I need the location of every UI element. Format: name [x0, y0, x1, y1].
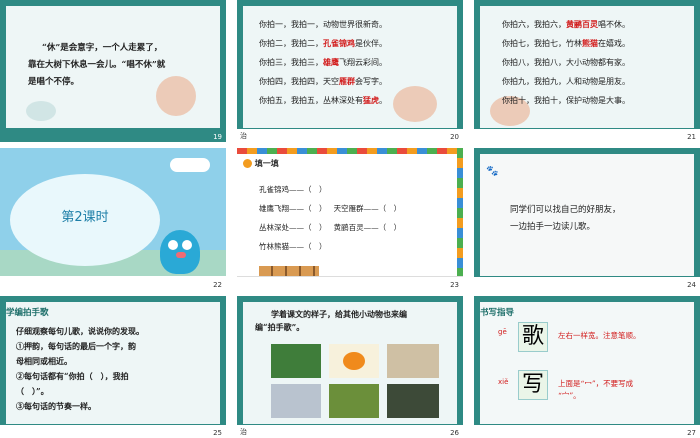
text-line: （ ）”。: [16, 386, 49, 396]
flower-icon: [243, 159, 252, 168]
rhyme-line-2: 你拍二，我拍二，孔雀锦鸡是伙伴。: [259, 38, 387, 48]
slide-21[interactable]: 你拍六，我拍六，黄鹂百灵唱不休。 你拍七，我拍七，竹林熊猫在嬉戏。 你拍八，我拍…: [474, 0, 700, 142]
slide-number: 20: [450, 133, 459, 141]
blank-row-1: 孔雀锦鸡——（ ）: [259, 185, 327, 194]
fill-blank-heading: 填一填: [243, 158, 279, 169]
blank-row-2: 雄鹰飞翔——（ ） 天空雁群——（ ）: [259, 204, 402, 213]
photo-turtle: [387, 384, 439, 418]
note-xie-line2: “宀”。: [558, 391, 581, 400]
slide-21-content: 你拍六，我拍六，黄鹂百灵唱不休。 你拍七，我拍七，竹林熊猫在嬉戏。 你拍八，我拍…: [480, 6, 694, 128]
rhyme-line-3: 你拍三，我拍三，雄鹰飞翔云彩间。: [259, 57, 387, 67]
section-heading: 书写指导: [480, 308, 515, 318]
text-line: “休”是会意字，一个人走累了，: [42, 43, 163, 53]
text-line: 一边拍手一边读儿歌。: [510, 222, 596, 232]
decor-blob: [393, 86, 437, 122]
flag-border-top: [237, 148, 463, 154]
text-line: ②每句话都有“你拍（ ），我拍: [16, 371, 129, 381]
char-xie: 写: [518, 370, 548, 400]
cloud: [170, 158, 210, 172]
text-line: ①押韵，每句话的最后一个字，韵: [16, 341, 136, 351]
slide-26[interactable]: 学着课文的样子，给其他小动物也来编 编“拍手歌”。 治 26: [237, 296, 463, 438]
note-ge: 左右一样宽。注意笔顺。: [558, 331, 641, 340]
slide-number: 22: [213, 281, 222, 289]
slide-19-content: “休”是会意字，一个人走累了， 靠在大树下休息一会儿。“唱不休”就 是唱个不停。: [6, 6, 220, 128]
rhyme-line-7: 你拍七，我拍七，竹林熊猫在嬉戏。: [502, 38, 630, 48]
rhyme-line-10: 你拍十，我拍十，保护动物是大事。: [502, 96, 630, 105]
rhyme-line-6: 你拍六，我拍六，黄鹂百灵唱不休。: [502, 19, 630, 29]
char-ge: 歌: [518, 322, 548, 352]
slide-19[interactable]: “休”是会意字，一个人走累了， 靠在大树下休息一会儿。“唱不休”就 是唱个不停。…: [0, 0, 226, 142]
slide-23[interactable]: 填一填 孔雀锦鸡——（ ） 雄鹰飞翔——（ ） 天空雁群——（ ） 丛林深处——…: [237, 148, 463, 290]
slide-22[interactable]: 第2课时 22: [0, 148, 226, 290]
rhyme-line-1: 你拍一，我拍一，动物世界很新奇。: [259, 20, 387, 29]
slide-26-content: 学着课文的样子，给其他小动物也来编 编“拍手歌”。: [243, 302, 457, 424]
text-line: 同学们可以找自己的好朋友，: [510, 205, 621, 215]
slide-number: 24: [687, 281, 696, 289]
slide-27[interactable]: 书写指导 gē 歌 xiě 写 左右一样宽。注意笔顺。 上面是“冖”，不要写成 …: [474, 296, 700, 438]
slide-25[interactable]: 学编拍手歌 仔细观察每句儿歌，说说你的发现。 ①押韵，每句话的最后一个字，韵 母…: [0, 296, 226, 438]
animal-icons: [259, 266, 319, 276]
photo-deer: [387, 344, 439, 378]
slide-24-content: 🐾 同学们可以找自己的好朋友， 一边拍手一边读儿歌。: [480, 154, 694, 276]
text-line: 母相同或相近。: [16, 356, 72, 366]
lesson-title: 第2课时: [61, 210, 109, 225]
slide-number: 19: [213, 133, 222, 141]
decor-blob: [26, 101, 56, 121]
rhyme-line-4: 你拍四，我拍四，天空雁群会写字。: [259, 76, 387, 86]
photo-frog: [329, 384, 379, 418]
text-line: 编“拍手歌”。: [255, 322, 305, 332]
note-xie-line1: 上面是“冖”，不要写成: [558, 379, 634, 388]
slide-24[interactable]: 🐾 同学们可以找自己的好朋友， 一边拍手一边读儿歌。 24: [474, 148, 700, 290]
photo-peacock: [271, 344, 321, 378]
slide-number: 23: [450, 281, 459, 289]
flag-border-right: [457, 148, 463, 276]
text-line: 靠在大树下休息一会儿。“唱不休”就: [28, 60, 166, 70]
slide-20[interactable]: 你拍一，我拍一，动物世界很新奇。 你拍二，我拍二，孔雀锦鸡是伙伴。 你拍三，我拍…: [237, 0, 463, 142]
rhyme-line-9: 你拍九，我拍九，人和动物是朋友。: [502, 77, 630, 86]
corner-mark: 治: [240, 428, 247, 436]
text-line: ③每句话的节奏一样。: [16, 401, 96, 411]
slide-number: 21: [687, 133, 696, 141]
pinyin-ge: gē: [498, 328, 507, 336]
slide-number: 25: [213, 429, 222, 437]
slide-20-content: 你拍一，我拍一，动物世界很新奇。 你拍二，我拍二，孔雀锦鸡是伙伴。 你拍三，我拍…: [243, 6, 457, 128]
paw-icon: 🐾: [486, 166, 499, 177]
photo-swallow: [271, 384, 321, 418]
blank-row-4: 竹林熊猫——（ ）: [259, 242, 327, 251]
section-heading: 学编拍手歌: [6, 308, 49, 318]
pinyin-xie: xiě: [498, 378, 509, 386]
slide-number: 27: [687, 429, 696, 437]
slide-25-content: 学编拍手歌 仔细观察每句儿歌，说说你的发现。 ①押韵，每句话的最后一个字，韵 母…: [6, 302, 220, 424]
rhyme-line-5: 你拍五，我拍五，丛林深处有猛虎。: [259, 95, 387, 105]
text-line: 仔细观察每句儿歌，说说你的发现。: [16, 326, 144, 336]
rhyme-line-8: 你拍八，我拍八，大小动物都有家。: [502, 58, 630, 67]
text-line: 学着课文的样子，给其他小动物也来编: [271, 309, 407, 319]
corner-mark: 治: [240, 132, 247, 140]
photo-goldfish: [329, 344, 379, 378]
blank-row-3: 丛林深处——（ ） 黄鹂百灵——（ ）: [259, 223, 402, 232]
slide-27-content: 书写指导 gē 歌 xiě 写 左右一样宽。注意笔顺。 上面是“冖”，不要写成 …: [480, 302, 694, 424]
slide-number: 26: [450, 429, 459, 437]
text-line: 是唱个不停。: [28, 77, 80, 87]
